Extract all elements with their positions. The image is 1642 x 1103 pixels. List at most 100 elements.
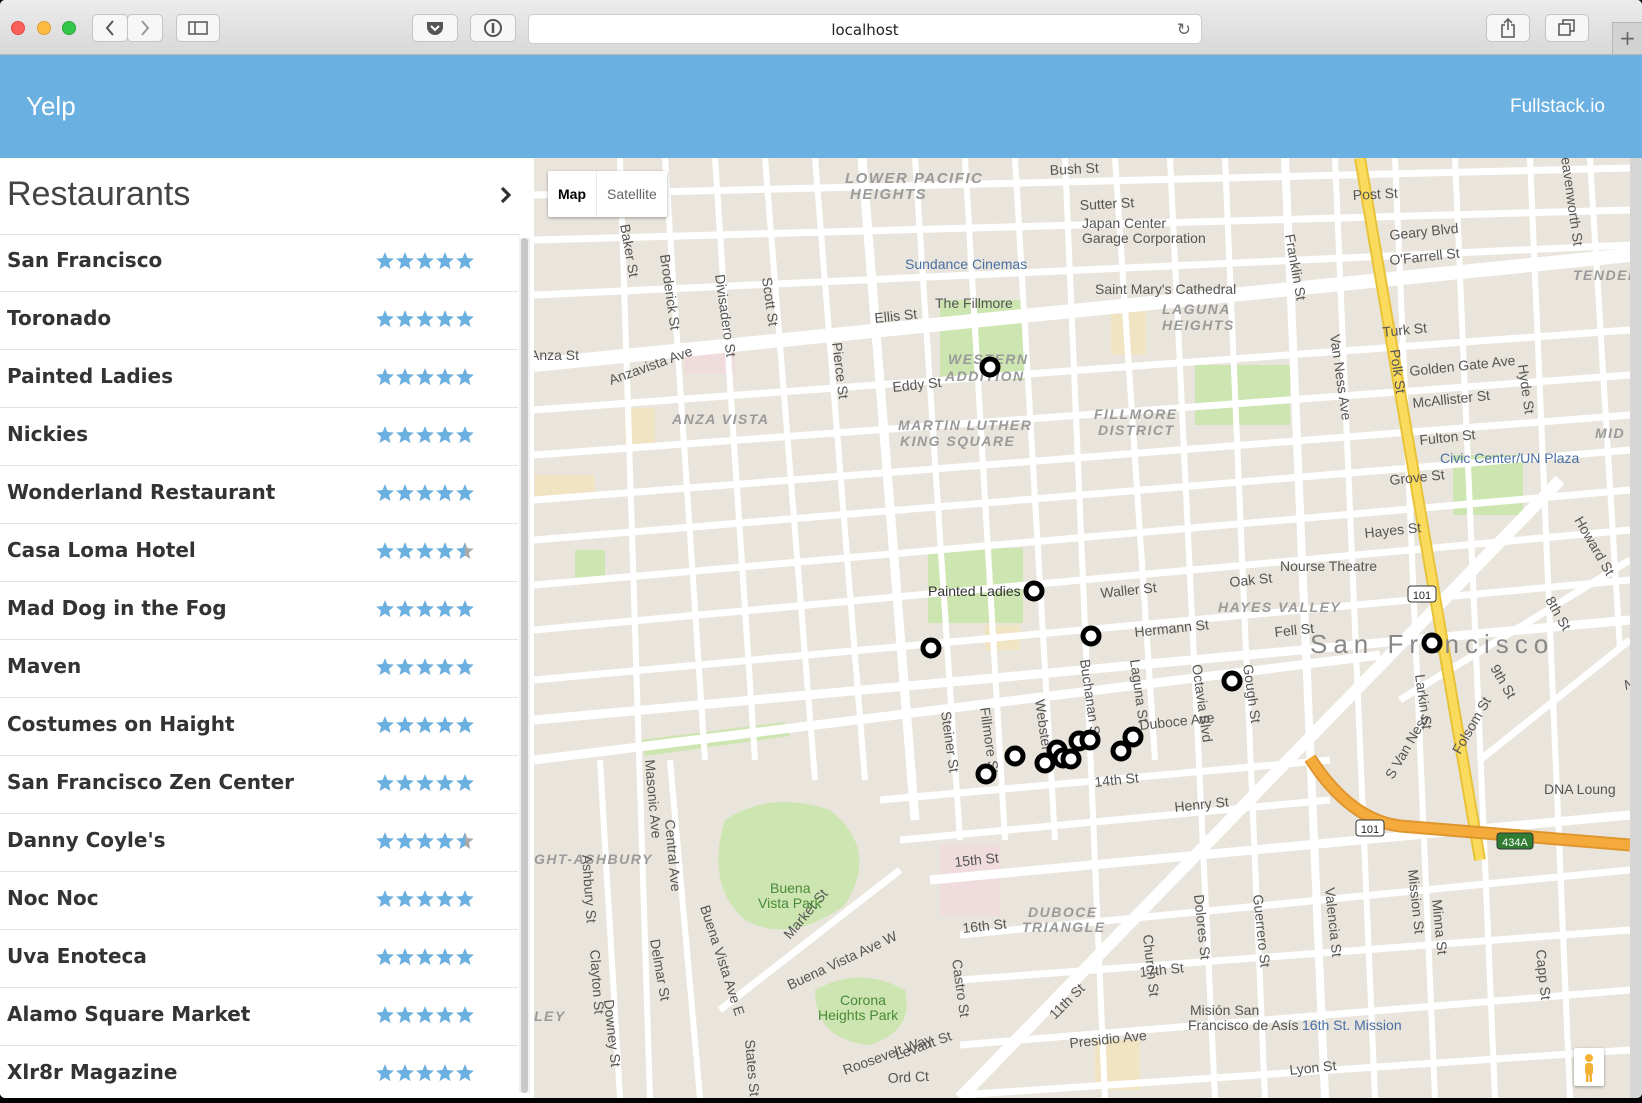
star-icon xyxy=(436,1064,454,1081)
map-marker[interactable] xyxy=(1122,726,1144,748)
district-label: DISTRICT xyxy=(1098,422,1175,438)
forward-button[interactable] xyxy=(127,14,163,42)
back-button[interactable] xyxy=(92,14,128,42)
pocket-button[interactable] xyxy=(412,14,458,42)
street-label: Steiner St xyxy=(938,710,962,773)
minimize-window-button[interactable] xyxy=(37,21,51,35)
star-icon xyxy=(376,484,394,501)
restaurant-row[interactable]: Uva Enoteca xyxy=(0,930,518,988)
map-marker[interactable] xyxy=(1421,632,1443,654)
district-label: TENDERLOI xyxy=(1573,267,1630,283)
street-label: Van Ness Ave xyxy=(1327,333,1355,421)
reader-icon xyxy=(484,19,502,37)
restaurant-row[interactable]: Painted Ladies xyxy=(0,350,518,408)
poi-label: Painted Ladies xyxy=(928,583,1021,599)
star-icon xyxy=(456,1006,474,1023)
district-label: HEIGHTS xyxy=(850,186,927,203)
map-marker[interactable] xyxy=(1004,745,1026,767)
poi-label: 16th St. Mission xyxy=(1302,1017,1402,1033)
rating-stars xyxy=(375,309,475,331)
map-marker[interactable] xyxy=(979,356,1001,378)
star-icon xyxy=(376,368,394,385)
brand-link[interactable]: Yelp xyxy=(26,91,76,122)
star-icon xyxy=(396,252,414,269)
app-header: Yelp Fullstack.io xyxy=(0,55,1642,158)
sidebar-scrollbar[interactable] xyxy=(519,238,530,1093)
restaurant-name: Uva Enoteca xyxy=(7,944,147,968)
fullstack-link[interactable]: Fullstack.io xyxy=(1510,96,1605,118)
map-type-map-button[interactable]: Map xyxy=(548,171,596,217)
sidebar-toggle-button[interactable] xyxy=(176,14,220,42)
new-tab-icon[interactable]: + xyxy=(1612,22,1642,54)
restaurant-row[interactable]: Xlr8r Magazine xyxy=(0,1046,518,1098)
map-marker[interactable] xyxy=(1221,670,1243,692)
restaurant-row[interactable]: San Francisco Zen Center xyxy=(0,756,518,814)
rating-stars xyxy=(375,657,475,679)
star-icon xyxy=(376,716,394,733)
star-icon xyxy=(456,658,474,675)
district-label: LEY xyxy=(534,1008,566,1024)
star-icon xyxy=(456,310,474,327)
map-marker[interactable] xyxy=(1079,729,1101,751)
restaurant-name: Nickies xyxy=(7,422,89,446)
district-label: FILLMORE xyxy=(1094,406,1178,422)
rating-stars xyxy=(375,367,475,389)
restaurant-row[interactable]: Mad Dog in the Fog xyxy=(0,582,518,640)
restaurant-row[interactable]: Casa Loma Hotel xyxy=(0,524,518,582)
restaurant-row[interactable]: Wonderland Restaurant xyxy=(0,466,518,524)
restaurant-row[interactable]: Maven xyxy=(0,640,518,698)
star-icon xyxy=(396,832,414,849)
poi-label: Vista Park xyxy=(758,895,823,911)
map-streets xyxy=(534,158,1630,1098)
star-icon xyxy=(436,484,454,501)
reader-button[interactable] xyxy=(470,14,516,42)
district-label: LAGUNA xyxy=(1162,301,1231,317)
poi-label: Garage Corporation xyxy=(1082,230,1206,246)
map-marker[interactable] xyxy=(1110,740,1132,762)
pegman-icon[interactable] xyxy=(1574,1048,1604,1086)
tabs-overview-button[interactable] xyxy=(1545,14,1589,42)
zoom-window-button[interactable] xyxy=(62,21,76,35)
rating-stars xyxy=(375,1063,475,1085)
url-bar[interactable]: localhost ↻ xyxy=(528,14,1202,44)
rating-stars xyxy=(375,831,475,853)
restaurant-list: San Francisco Toronado Painted Ladies Nicki… xyxy=(0,234,518,1098)
map-marker[interactable] xyxy=(920,637,942,659)
restaurant-row[interactable]: Noc Noc xyxy=(0,872,518,930)
map-marker[interactable] xyxy=(975,763,997,785)
url-text: localhost xyxy=(831,21,899,39)
map[interactable]: LOWER PACIFICHEIGHTSWESTERNADDITIONANZA … xyxy=(534,158,1630,1098)
restaurant-row[interactable]: Nickies xyxy=(0,408,518,466)
scrollbar-thumb[interactable] xyxy=(521,238,528,1093)
pocket-icon xyxy=(427,22,443,35)
star-icon xyxy=(436,890,454,907)
street-label: Downey St xyxy=(601,999,624,1068)
map-type-control[interactable]: Map Satellite xyxy=(548,171,667,217)
restaurant-row[interactable]: Toronado xyxy=(0,292,518,350)
star-icon xyxy=(416,948,434,965)
restaurant-row[interactable]: San Francisco xyxy=(0,234,518,292)
reload-icon[interactable]: ↻ xyxy=(1177,20,1191,40)
restaurant-name: Maven xyxy=(7,654,82,678)
restaurant-row[interactable]: Costumes on Haight xyxy=(0,698,518,756)
map-type-satellite-button[interactable]: Satellite xyxy=(596,171,667,217)
map-marker[interactable] xyxy=(1023,580,1045,602)
star-icon xyxy=(416,658,434,675)
share-button[interactable] xyxy=(1486,14,1530,42)
restaurant-name: Casa Loma Hotel xyxy=(7,538,196,562)
map-marker[interactable] xyxy=(1080,625,1102,647)
restaurant-name: Alamo Square Market xyxy=(7,1002,251,1026)
chevron-right-icon[interactable] xyxy=(496,183,516,207)
restaurant-row[interactable]: Alamo Square Market xyxy=(0,988,518,1046)
star-icon xyxy=(376,890,394,907)
star-icon xyxy=(396,774,414,791)
map-canvas[interactable]: LOWER PACIFICHEIGHTSWESTERNADDITIONANZA … xyxy=(534,158,1630,1098)
close-window-button[interactable] xyxy=(11,21,25,35)
tabs-icon xyxy=(1558,19,1575,36)
street-label: Capp St xyxy=(1533,949,1554,1001)
map-marker[interactable] xyxy=(1060,748,1082,770)
rating-stars xyxy=(375,715,475,737)
star-icon xyxy=(416,1006,434,1023)
star-icon xyxy=(416,890,434,907)
restaurant-row[interactable]: Danny Coyle's xyxy=(0,814,518,872)
